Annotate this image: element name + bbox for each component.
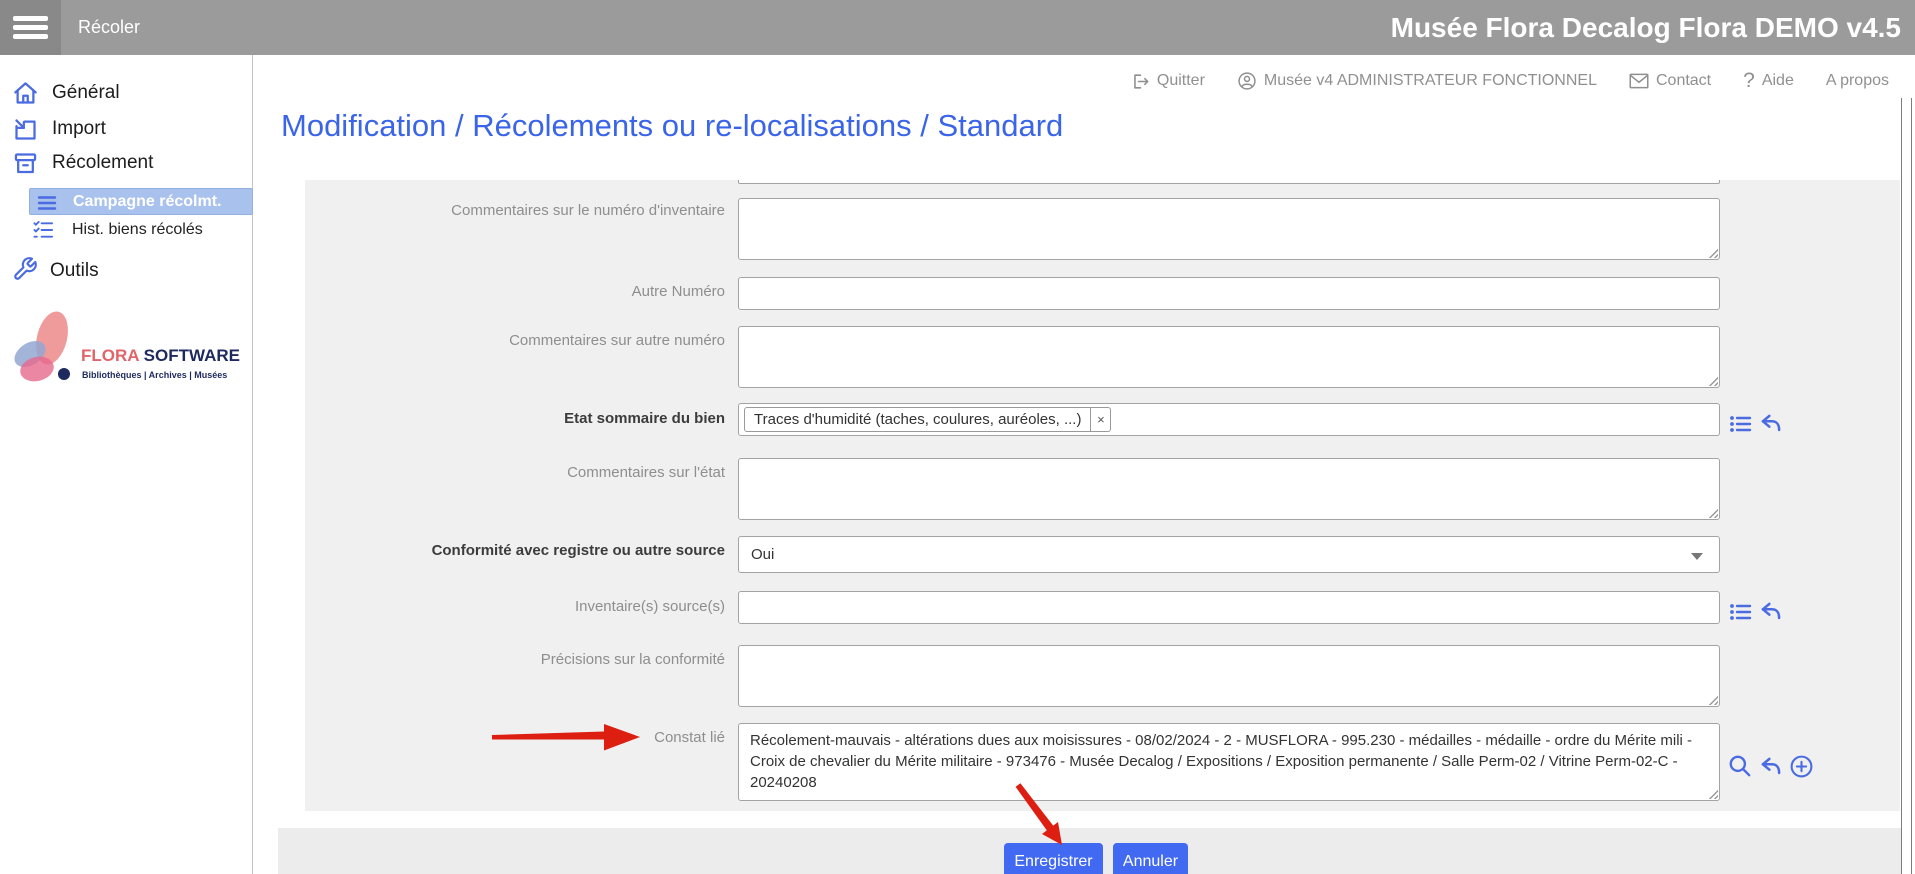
add-circle-icon[interactable]: [1789, 754, 1814, 779]
header-links: Quitter Musée v4 ADMINISTRATEUR FONCTION…: [1131, 69, 1889, 93]
import-icon: [12, 116, 39, 148]
selected-tag: Traces d'humidité (taches, coulures, aur…: [744, 407, 1091, 432]
comment-other-number-field: [738, 326, 1720, 388]
undo-icon[interactable]: [1758, 599, 1784, 625]
app-window: Récoler Musée Flora Decalog Flora DEMO v…: [0, 0, 1915, 874]
inventaires-sources-input[interactable]: [738, 591, 1720, 624]
field-label: Autre Numéro: [305, 283, 725, 301]
top-bar: Récoler Musée Flora Decalog Flora DEMO v…: [0, 0, 1915, 55]
envelope-icon: [1629, 73, 1649, 89]
search-icon[interactable]: [1727, 753, 1753, 779]
undo-icon[interactable]: [1758, 411, 1784, 437]
user-account[interactable]: Musée v4 ADMINISTRATEUR FONCTIONNEL: [1237, 71, 1597, 91]
comment-etat-field: [738, 458, 1720, 520]
field-label: Inventaire(s) source(s): [305, 598, 725, 616]
sidebar-item-outils[interactable]: Outils: [50, 260, 99, 282]
checklist-icon: [33, 220, 54, 245]
truncated-field: [738, 180, 1720, 184]
flora-software-logo: FLORA SOFTWARE Bibliothèques | Archives …: [8, 308, 250, 403]
comment-inventory-number-textarea[interactable]: [739, 199, 1719, 259]
page-title: Modification / Récolements ou re-localis…: [281, 108, 1063, 144]
undo-icon[interactable]: [1758, 754, 1784, 780]
remove-tag-button[interactable]: ×: [1091, 407, 1111, 432]
field-label: Précisions sur la conformité: [305, 651, 725, 669]
question-mark-icon: ?: [1743, 69, 1755, 93]
cancel-button[interactable]: Annuler: [1113, 843, 1188, 874]
wrench-icon: [12, 256, 38, 287]
field-label: Etat sommaire du bien: [305, 410, 725, 428]
form-panel: Commentaires sur le numéro d'inventaire …: [305, 180, 1900, 811]
archive-box-icon: [12, 150, 39, 182]
precisions-conformite-field: [738, 645, 1720, 707]
constat-lie-textarea[interactable]: Récolement-mauvais - altérations dues au…: [739, 724, 1719, 800]
field-label: Commentaires sur l'état: [305, 464, 725, 482]
field-label: Conformité avec registre ou autre source: [305, 542, 725, 560]
field-label: Commentaires sur le numéro d'inventaire: [305, 202, 725, 220]
select-value: Oui: [751, 546, 774, 563]
comment-etat-textarea[interactable]: [739, 459, 1719, 519]
app-title: Musée Flora Decalog Flora DEMO v4.5: [1391, 0, 1901, 55]
save-button[interactable]: Enregistrer: [1004, 843, 1103, 874]
vertical-scrollbar[interactable]: [1901, 98, 1912, 874]
sidebar-item-import[interactable]: Import: [52, 118, 106, 140]
conformite-select[interactable]: Oui: [738, 536, 1720, 573]
sidebar-item-recolement[interactable]: Récolement: [52, 152, 153, 174]
sidebar-item-hist-biens-recoles[interactable]: Hist. biens récolés: [72, 221, 203, 239]
sidebar-item-campagne-recolement[interactable]: Campagne récolmt.: [29, 188, 253, 215]
contact-link[interactable]: Contact: [1629, 72, 1711, 90]
hamburger-menu-icon[interactable]: [0, 0, 61, 55]
constat-lie-field: Récolement-mauvais - altérations dues au…: [738, 723, 1720, 801]
menu-lines-icon: [37, 194, 57, 212]
sidebar: Général Import Récolement Campagne récol…: [0, 55, 253, 874]
home-icon: [12, 80, 39, 112]
precisions-conformite-textarea[interactable]: [739, 646, 1719, 706]
chevron-down-icon: [1691, 553, 1703, 560]
sidebar-subitem-label: Campagne récolmt.: [73, 193, 221, 211]
comment-other-number-textarea[interactable]: [739, 327, 1719, 387]
about-link[interactable]: A propos: [1826, 72, 1889, 90]
comment-inventory-number-field: [738, 198, 1720, 260]
autre-numero-input[interactable]: [738, 277, 1720, 310]
sidebar-item-general[interactable]: Général: [52, 82, 120, 104]
logo-tagline: Bibliothèques | Archives | Musées: [82, 370, 227, 380]
help-link[interactable]: ? Aide: [1743, 69, 1794, 93]
field-label: Constat lié: [305, 729, 725, 747]
logo-brand2: SOFTWARE: [139, 346, 240, 365]
list-icon[interactable]: [1729, 412, 1753, 436]
exit-icon: [1131, 72, 1150, 91]
etat-sommaire-field[interactable]: Traces d'humidité (taches, coulures, aur…: [738, 403, 1720, 436]
logo-brand1: FLORA: [81, 346, 139, 365]
quit-link[interactable]: Quitter: [1131, 72, 1205, 91]
user-icon: [1237, 71, 1257, 91]
topbar-mode-label: Récoler: [78, 0, 140, 55]
list-icon[interactable]: [1729, 600, 1753, 624]
field-label: Commentaires sur autre numéro: [305, 332, 725, 350]
svg-text:FLORA SOFTWARE: FLORA SOFTWARE: [81, 346, 240, 365]
